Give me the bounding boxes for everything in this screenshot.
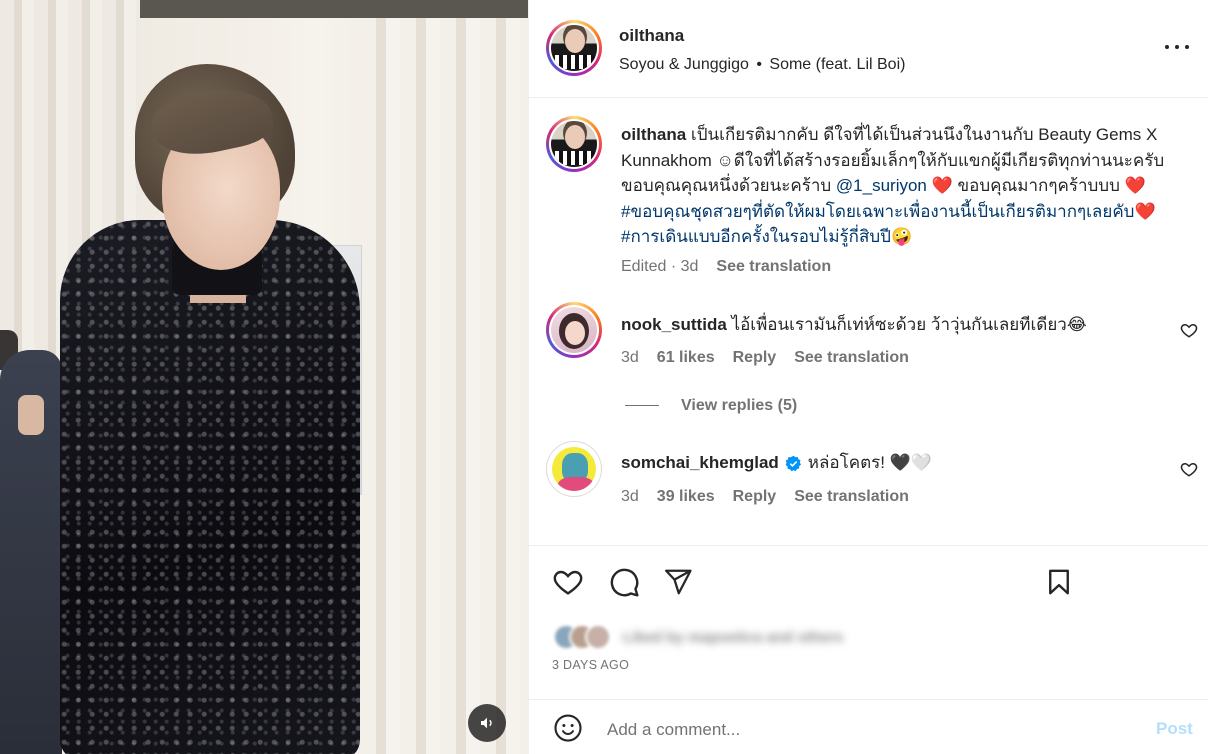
background-ceiling [140,0,528,18]
audio-attribution[interactable]: Soyou & Junggigo • Some (feat. Lil Boi) [619,56,905,74]
commenter-avatar[interactable] [546,441,602,497]
post-media[interactable] [0,0,528,754]
see-translation-link[interactable]: See translation [794,349,909,367]
comment-age: 3d [621,349,639,366]
caption-hashtag[interactable]: #การเดินแบบอีกครั้งในรอบไม่รู้กี่สิบปี [621,227,891,246]
view-replies-button[interactable]: View replies (5) [681,397,797,415]
audio-track[interactable]: Some (feat. Lil Boi) [769,56,905,73]
paper-plane-icon [665,569,692,595]
comment-meta: 3d 39 likes Reply See translation [621,488,909,506]
see-translation-link[interactable]: See translation [794,488,909,506]
smiley-icon [554,714,582,742]
post-actions: Liked by mapoetica and others 3 DAYS AGO… [529,545,1208,754]
caption: oilthana เป็นเกียรติมากคับ ดีใจที่ได้เป็… [621,122,1181,250]
edited-timestamp: Edited · 3d [621,258,699,275]
verified-badge-icon [785,455,801,471]
caption-avatar[interactable] [546,116,602,172]
caption-text: ขอบคุณมากๆคร้าบบบ [952,176,1125,195]
comment-like-icon[interactable] [1180,321,1198,339]
comment-meta: 3d 61 likes Reply See translation [621,349,909,367]
commenter-avatar[interactable] [546,302,602,358]
author-username[interactable]: oilthana [619,26,684,46]
comment-input[interactable] [607,716,1127,744]
comment-likes[interactable]: 61 likes [657,349,715,367]
comment: nook_suttida ไอ้เพื่อนเรามันก็เท่ห์ซะด้ว… [621,313,1181,337]
reply-button[interactable]: Reply [733,349,777,367]
caption-hashtag[interactable]: #ขอบคุณชุดสวยๆที่ตัดให้ผมโดยเฉพาะเพื่องา… [621,202,1134,221]
comment-bubble-icon [610,568,639,597]
background-curtain [360,0,528,754]
comment-username[interactable]: nook_suttida [621,315,727,334]
comment-text: หล่อโคตร! 🖤🤍 [807,453,933,472]
post-date[interactable]: 3 DAYS AGO [552,658,629,672]
liked-by-text[interactable]: Liked by mapoetica and others [623,629,843,646]
replies-divider [625,405,659,406]
speaker-icon [481,717,492,729]
like-button[interactable] [551,565,585,599]
heart-emoji: ❤️ [931,176,953,195]
liker-avatar [585,624,611,650]
post-details-panel: oilthana Soyou & Junggigo • Some (feat. … [528,0,1208,754]
comment-username[interactable]: somchai_khemglad [621,451,779,475]
comment: somchai_khemglad หล่อโคตร! 🖤🤍 [621,451,1181,475]
comment-likes[interactable]: 39 likes [657,488,715,506]
reply-button[interactable]: Reply [733,488,777,506]
comment-button[interactable] [607,565,641,599]
audio-separator: • [756,56,762,73]
caption-mention[interactable]: @1_suriyon [836,176,927,195]
post-comment-button[interactable]: Post [1156,719,1193,739]
share-button[interactable] [661,565,695,599]
comment-age: 3d [621,488,639,505]
comment-composer: Post [529,699,1208,754]
comment-like-icon[interactable] [1180,460,1198,478]
post-header: oilthana Soyou & Junggigo • Some (feat. … [529,0,1208,98]
bookmark-icon [1049,569,1069,595]
see-translation-link[interactable]: See translation [716,258,831,276]
heart-emoji: ❤️ [1134,201,1156,221]
audio-artist[interactable]: Soyou & Junggigo [619,56,749,73]
comment-text: ไอ้เพื่อนเรามันก็เท่ห์ซะด้วย ว้าวุ่นกันเ… [731,315,1087,334]
liked-by-row[interactable]: Liked by mapoetica and others [553,624,843,650]
save-button[interactable] [1042,565,1076,599]
caption-meta: Edited · 3d See translation [621,258,831,276]
audio-toggle-button[interactable] [468,704,506,742]
model-figure [40,60,360,754]
heart-outline-icon [553,570,583,595]
heart-emoji: ❤️ [1124,176,1146,195]
caption-username[interactable]: oilthana [621,125,686,144]
more-options-icon[interactable] [1165,40,1189,54]
author-avatar[interactable] [546,20,602,76]
emoji-button[interactable] [551,711,585,745]
emoji: 🤪 [890,227,913,246]
